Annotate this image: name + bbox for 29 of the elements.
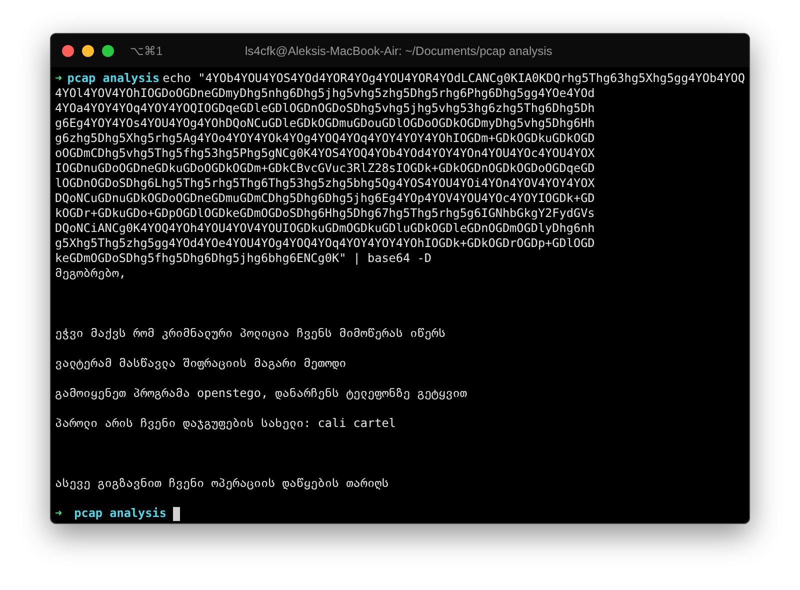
prompt-arrow: ➜ <box>55 506 62 521</box>
cursor <box>173 506 180 520</box>
command-line: kOGDr+GDkuGDo+GDpOGDlOGDkeGDmOGDoSDhg6Hhg5Dhg67hg5Thg5rhg5g6IGNhbGkgY2FydGVs <box>55 206 595 221</box>
prompt-directory: pcap analysis <box>67 71 160 86</box>
output-line: მეგობრებო, <box>55 266 126 281</box>
command-line: g6Eg4YOY4YOs4YOU4YOg4YOhDQoNCuGDleGDkOGDmuGDouGDlOGDoOGDkOGDmyDhg5vhg5Dhg6Hh <box>55 116 595 131</box>
output-line: ვალტერამ მასწავლა შიფრაციის მაგარი მეთოდი <box>55 356 346 371</box>
zoom-button[interactable] <box>102 44 114 56</box>
prompt-directory: pcap analysis <box>74 506 166 521</box>
command-line: DQoNCiANCg0K4YOQ4YOh4YOU4YOV4YOUIOGDkuGDmOGDkuGDluGDkOGDleGDnOGDmOGDlyDhg6nh <box>55 221 595 236</box>
close-button[interactable] <box>62 44 74 56</box>
command-line: IOGDnuGDoOGDneGDkuGDoOGDkOGDm+GDkCBvcGVuc3RlZ28sIOGDk+GDkOGDnOGDkOGDoOGDqeGD <box>55 161 595 176</box>
command-line: g5Xhg5Thg5zhg5gg4YOd4YOe4YOU4YOg4YOQ4YOq4YOY4YOY4YOhIOGDk+GDkOGDrOGDp+GDlOGD <box>55 236 595 251</box>
output-line: პაროლი არის ჩვენი დაჯგუფების სახელი: cali cartel <box>55 416 396 431</box>
command-line: g6zhg5Dhg5Xhg5rhg5Ag4YOo4YOY4YOk4YOg4YOQ4YOq4YOY4YOY4YOhIOGDm+GDkOGDkuGDkOGD <box>55 131 595 146</box>
command-line: oOGDmCDhg5vhg5Thg5fhg53hg5Phg5gNCg0K4YOS4YOQ4YOb4YOd4YOY4YOn4YOU4YOc4YOU4YOX <box>55 146 595 161</box>
command-line: 4YOl4YOV4YOhIOGDoOGDneGDmyDhg5nhg6Dhg5jhg5vhg5zhg5Dhg5rhg6Phg6Dhg5gg4YOe4YOd <box>55 86 595 101</box>
output-line: გამოიყენეთ პროგრამა openstego, დანარჩენს ტელეფონზე გეტყვით <box>55 386 467 401</box>
command-line: 4YOa4YOY4YOq4YOY4YOQIOGDqeGDleGDlOGDnOGDoSDhg5vhg5jhg5vhg53hg6zhg5Thg6Dhg5Dh <box>55 101 595 116</box>
command-line: lOGDnOGDoSDhg6Lhg5Thg5rhg5Thg6Thg53hg5zhg5bhg5Qg4YOS4YOU4YOi4YOn4YOV4YOY4YOX <box>55 176 595 191</box>
window-title: ls4cfk@Aleksis-MacBook-Air: ~/Documents/pcap analysis <box>245 42 552 60</box>
command-line: echo "4YOb4YOU4YOS4YOd4YOR4YOg4YOU4YOR4YOdLCANCg0KIA0KDQrhg5Thg63hg5Xhg5gg4YOb4YOQ <box>162 71 745 86</box>
command-line: keGDmOGDoSDhg5fhg5Dhg6Dhg5jhg6bhg6ENCg0K" | base64 -D <box>55 251 432 266</box>
tab-shortcut: ⌥⌘1 <box>130 42 163 60</box>
output-line: ეჭვი მაქვს რომ კრიმნალური პოლიცია ჩვენს მიმოწერას იწერს <box>55 326 446 341</box>
output-line: ასევე გიგზავნით ჩვენი ოპერაციის დაწყების თარიღს <box>55 476 389 491</box>
command-line: DQoNCuGDnuGDkOGDoOGDneGDmuGDmCDhg5Dhg6Dhg5jhg6Eg4YOp4YOV4YOU4YOc4YOYIOGDk+GD <box>55 191 595 206</box>
minimize-button[interactable] <box>82 44 94 56</box>
prompt-arrow: ➜ <box>55 71 62 86</box>
